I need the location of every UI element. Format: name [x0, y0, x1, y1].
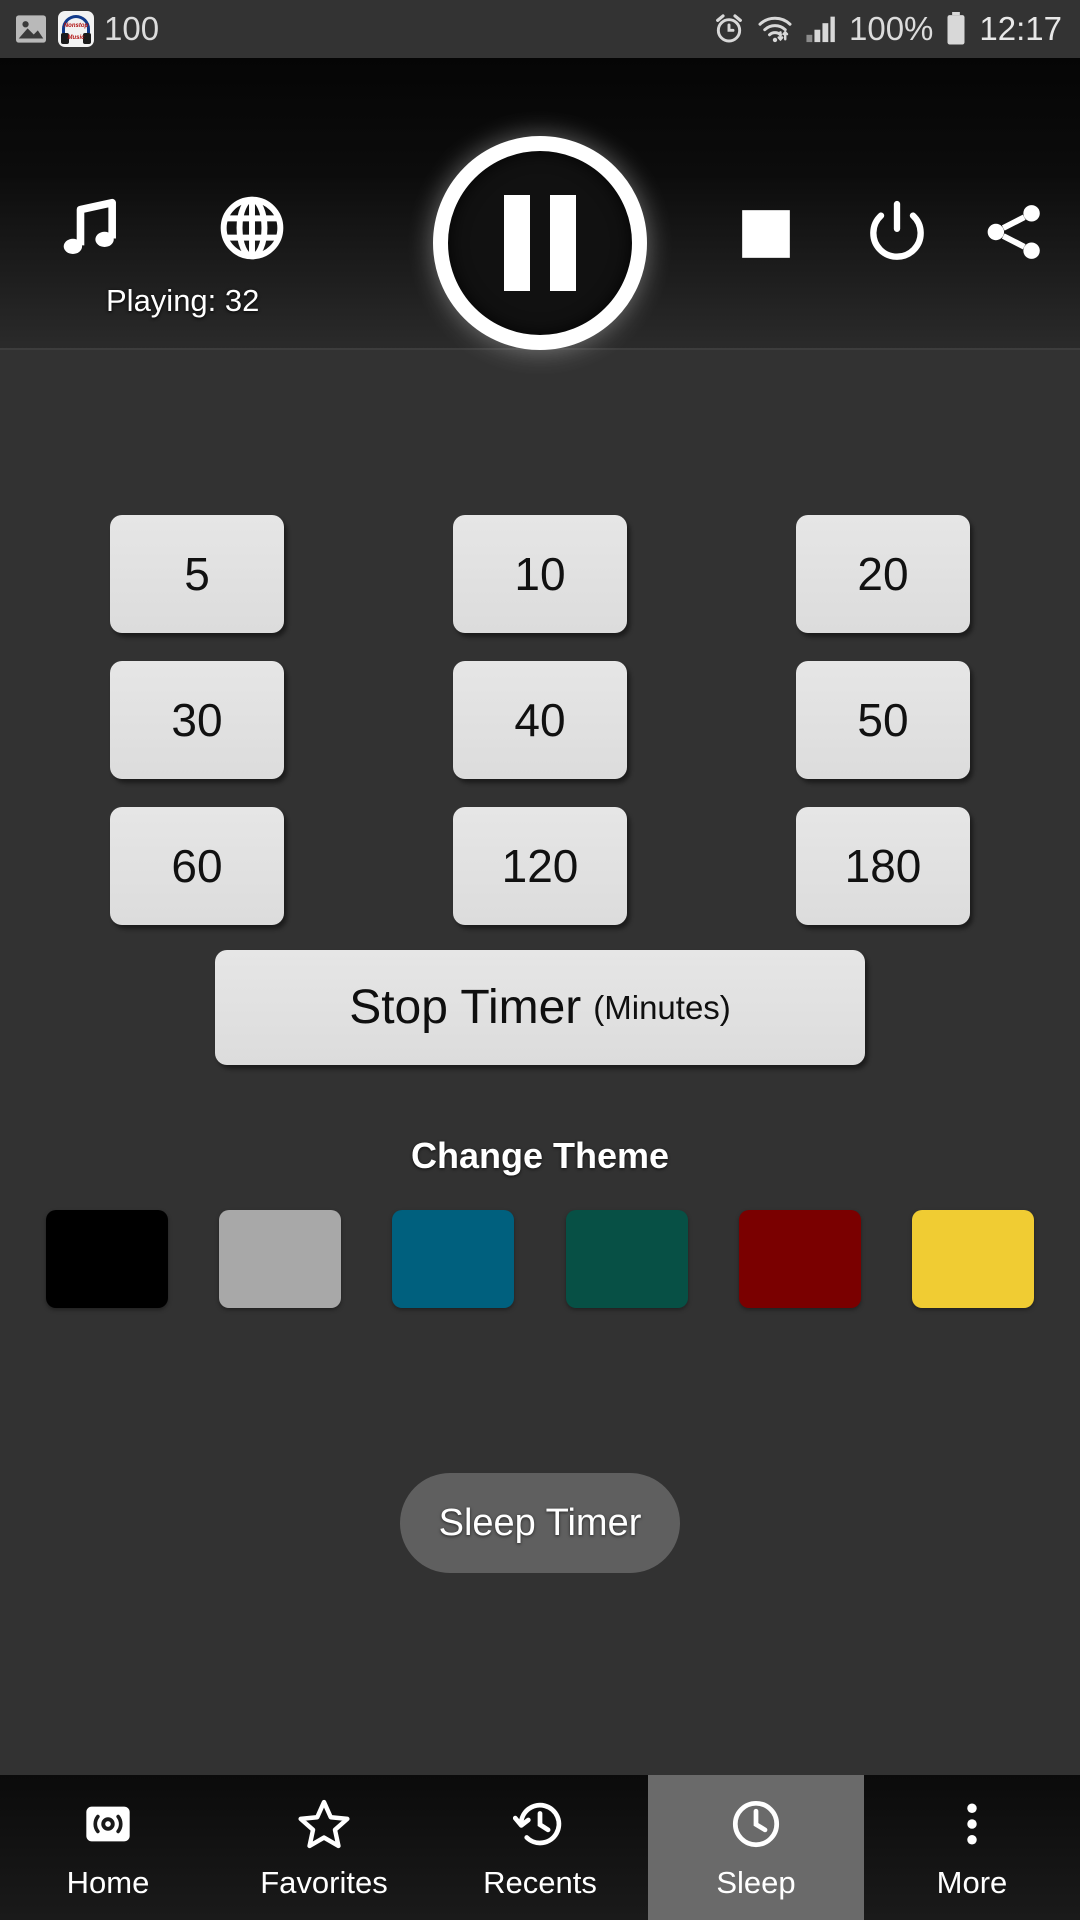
app-badge-line1: Nonstop — [63, 23, 89, 29]
timer-preset-button[interactable]: 60 — [110, 807, 284, 925]
notification-count: 100 — [104, 10, 160, 47]
signal-icon — [805, 14, 837, 44]
radio-broadcast-icon — [82, 1795, 134, 1853]
timer-preset-button[interactable]: 5 — [110, 515, 284, 633]
share-icon[interactable] — [980, 198, 1048, 266]
change-theme-heading: Change Theme — [410, 1135, 670, 1176]
nav-item-recents[interactable]: Recents — [432, 1775, 648, 1920]
globe-icon[interactable] — [218, 194, 286, 262]
theme-swatch-black[interactable] — [46, 1210, 168, 1308]
app-badge-nonstop-music-icon: Nonstop Music — [58, 11, 94, 47]
theme-swatch-blue[interactable] — [392, 1210, 515, 1308]
status-bar-right: 100% 12:17 — [713, 10, 1062, 48]
wifi-icon — [757, 14, 793, 44]
timer-row: 30 40 50 — [110, 661, 970, 779]
timer-row: 60 120 180 — [110, 807, 970, 925]
pause-bar-right — [550, 195, 576, 291]
nav-label-home: Home — [66, 1864, 150, 1900]
timer-preset-button[interactable]: 50 — [796, 661, 970, 779]
nav-label-sleep: Sleep — [716, 1864, 796, 1900]
nav-item-sleep[interactable]: Sleep — [648, 1775, 864, 1920]
timer-preset-button[interactable]: 40 — [453, 661, 627, 779]
bottom-navigation-bar: Home Favorites Recents Sleep More — [0, 1775, 1080, 1920]
history-clock-icon — [513, 1795, 567, 1853]
pause-button[interactable] — [433, 136, 647, 350]
stop-square-icon[interactable] — [740, 208, 792, 260]
overflow-dots-icon — [950, 1795, 994, 1853]
timer-preset-grid: 5 10 20 30 40 50 60 120 180 — [0, 515, 1080, 925]
stop-timer-unit-label: (Minutes) — [593, 988, 731, 1026]
timer-preset-button[interactable]: 10 — [453, 515, 627, 633]
nav-label-favorites: Favorites — [260, 1864, 388, 1900]
clock-time: 12:17 — [979, 10, 1062, 47]
theme-swatch-teal[interactable] — [565, 1210, 688, 1308]
timer-preset-button[interactable]: 180 — [796, 807, 970, 925]
battery-percent-label: 100% — [849, 10, 934, 47]
nav-item-more[interactable]: More — [864, 1775, 1080, 1920]
app-badge-line2: Music — [67, 35, 85, 41]
clock-icon — [729, 1795, 783, 1853]
timer-preset-button[interactable]: 20 — [796, 515, 970, 633]
power-icon[interactable] — [864, 198, 930, 264]
timer-preset-button[interactable]: 30 — [110, 661, 284, 779]
battery-icon — [945, 12, 967, 46]
music-note-icon[interactable] — [52, 190, 128, 266]
nav-label-recents: Recents — [483, 1864, 597, 1900]
stop-timer-button[interactable]: Stop Timer (Minutes) — [215, 950, 865, 1065]
theme-swatch-yellow[interactable] — [911, 1210, 1034, 1308]
nav-label-more: More — [936, 1864, 1008, 1900]
nav-item-home[interactable]: Home — [0, 1775, 216, 1920]
star-icon — [296, 1795, 352, 1853]
stop-timer-label: Stop Timer — [349, 981, 582, 1034]
image-icon — [14, 14, 48, 44]
theme-swatch-row — [46, 1210, 1034, 1308]
player-header: Playing: 32 All The Best Oldies — [0, 58, 1080, 432]
sleep-timer-screen: 5 10 20 30 40 50 60 120 180 Stop Timer (… — [0, 350, 1080, 1775]
sleep-timer-pill-button[interactable]: Sleep Timer — [400, 1473, 680, 1573]
nav-item-favorites[interactable]: Favorites — [216, 1775, 432, 1920]
timer-preset-button[interactable]: 120 — [453, 807, 627, 925]
alarm-icon — [713, 13, 745, 45]
theme-swatch-red[interactable] — [738, 1210, 861, 1308]
app-root: Nonstop Music 100 100% 12:17 Playing: 32… — [0, 0, 1080, 1920]
theme-swatch-gray[interactable] — [219, 1210, 342, 1308]
playing-status-label: Playing: 32 — [106, 283, 260, 318]
timer-row: 5 10 20 — [110, 515, 970, 633]
status-bar: Nonstop Music 100 100% 12:17 — [0, 0, 1080, 58]
pause-bar-left — [504, 195, 530, 291]
status-bar-left: Nonstop Music 100 — [14, 10, 159, 48]
